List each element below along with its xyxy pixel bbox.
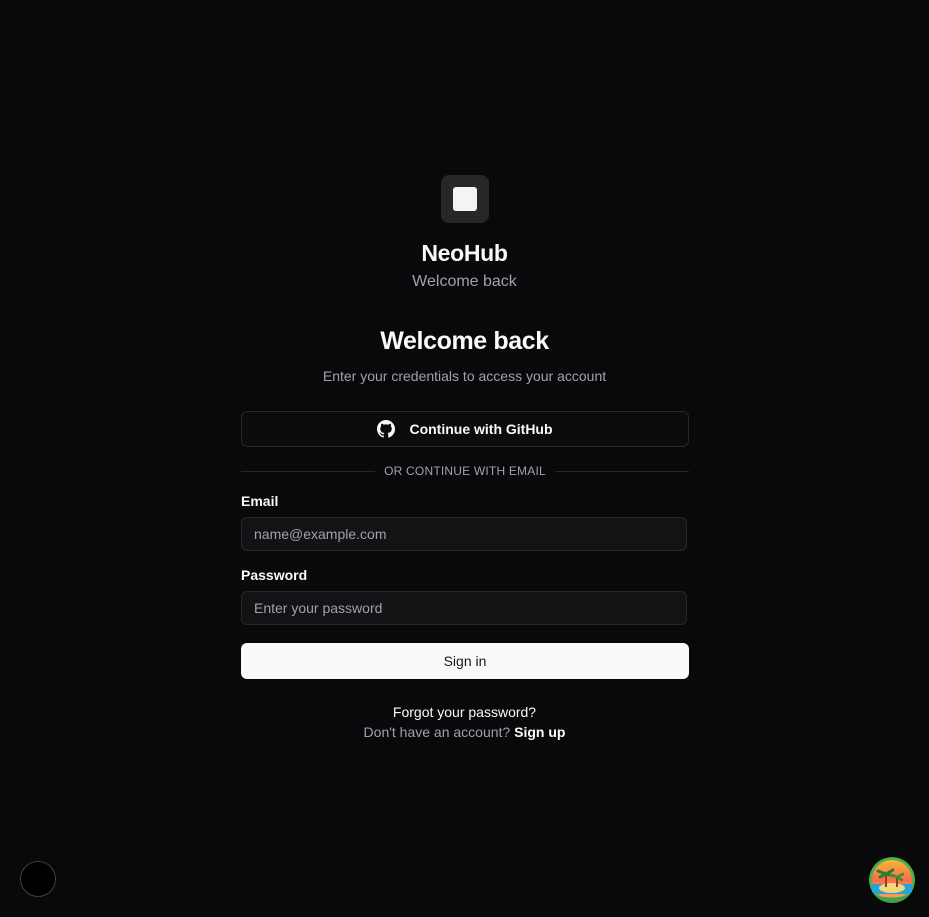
logo-square bbox=[453, 187, 477, 211]
github-signin-button[interactable]: Continue with GitHub bbox=[241, 411, 689, 447]
signup-row: Don't have an account? Sign up bbox=[0, 724, 929, 740]
signup-prompt: Don't have an account? bbox=[363, 724, 511, 740]
floating-circle-button[interactable] bbox=[20, 861, 56, 897]
forgot-password-link[interactable]: Forgot your password? bbox=[393, 704, 536, 720]
forgot-password-row: Forgot your password? bbox=[0, 704, 929, 720]
brand-tagline: Welcome back bbox=[412, 273, 517, 290]
github-icon bbox=[377, 420, 396, 438]
divider-line-right bbox=[554, 470, 689, 472]
email-label: Email bbox=[241, 493, 279, 509]
divider-line-left bbox=[241, 470, 376, 472]
login-page: NeoHub Welcome back Welcome back Enter y… bbox=[0, 0, 929, 917]
divider: OR CONTINUE WITH EMAIL bbox=[241, 462, 689, 480]
email-field[interactable] bbox=[241, 517, 687, 551]
sign-in-button[interactable]: Sign in bbox=[241, 643, 689, 679]
divider-text: OR CONTINUE WITH EMAIL bbox=[384, 464, 546, 478]
sign-up-link[interactable]: Sign up bbox=[514, 724, 565, 740]
password-label: Password bbox=[241, 567, 308, 583]
island-avatar-icon[interactable] bbox=[869, 857, 915, 903]
brand-name: NeoHub bbox=[421, 240, 508, 266]
logo-icon bbox=[441, 175, 489, 223]
form-subheading: Enter your credentials to access your ac… bbox=[322, 368, 607, 384]
form-heading: Welcome back bbox=[380, 327, 549, 355]
github-button-label: Continue with GitHub bbox=[409, 421, 553, 437]
password-field[interactable] bbox=[241, 591, 687, 625]
